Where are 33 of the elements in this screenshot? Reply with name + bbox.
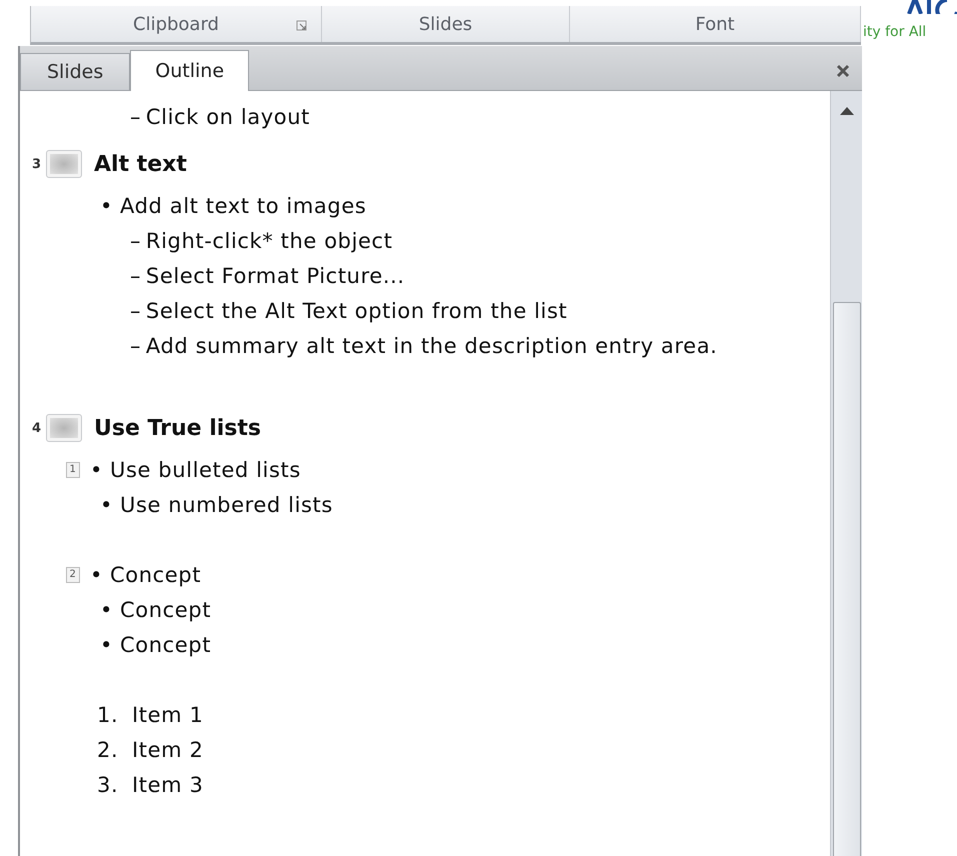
logo-tagline: ity for All bbox=[863, 24, 926, 40]
outline-text: • Use bulleted lists bbox=[90, 458, 301, 482]
outline-text: • Concept bbox=[100, 598, 212, 622]
pane-tab[interactable]: Outline bbox=[130, 50, 250, 91]
outline-text: 3. Item 3 bbox=[97, 772, 204, 796]
outline-text: • Concept bbox=[100, 632, 212, 656]
scrollbar-thumb[interactable] bbox=[832, 302, 860, 856]
pane-tab[interactable]: Slides bbox=[20, 53, 130, 90]
slide-title: Alt text bbox=[94, 152, 187, 176]
ribbon-group-label: Font bbox=[695, 14, 735, 34]
slide-icon[interactable] bbox=[46, 414, 82, 442]
scroll-up-icon[interactable] bbox=[840, 107, 854, 115]
outline-text: • Concept bbox=[90, 562, 202, 586]
outline-text: – Add summary alt text in the description entry area. bbox=[130, 334, 718, 358]
scrollbar[interactable] bbox=[830, 91, 862, 856]
close-icon[interactable] bbox=[836, 64, 850, 78]
slide-number: 3 bbox=[32, 156, 42, 172]
outline-text: • Use numbered lists bbox=[100, 492, 333, 516]
outline-text: – Right-click* the object bbox=[130, 228, 393, 252]
ribbon-group-label: Clipboard bbox=[133, 14, 219, 34]
outline-text: – Select Format Picture... bbox=[130, 264, 405, 288]
slide-icon[interactable] bbox=[46, 150, 82, 178]
slide-number: 4 bbox=[32, 420, 42, 436]
dialog-launcher-icon[interactable] bbox=[296, 20, 307, 31]
placeholder-marker: 1 bbox=[66, 462, 80, 478]
outline-text: 2. Item 2 bbox=[97, 738, 204, 762]
slide-title: Use True lists bbox=[94, 416, 262, 440]
outline-text: – Click on layout bbox=[130, 104, 310, 128]
placeholder-marker: 2 bbox=[66, 566, 80, 582]
outline-text: • Add alt text to images bbox=[100, 194, 366, 218]
outline-text: 1. Item 1 bbox=[97, 702, 204, 726]
outline-text: – Select the Alt Text option from the list bbox=[130, 298, 568, 322]
ribbon-group-label: Slides bbox=[418, 14, 472, 34]
